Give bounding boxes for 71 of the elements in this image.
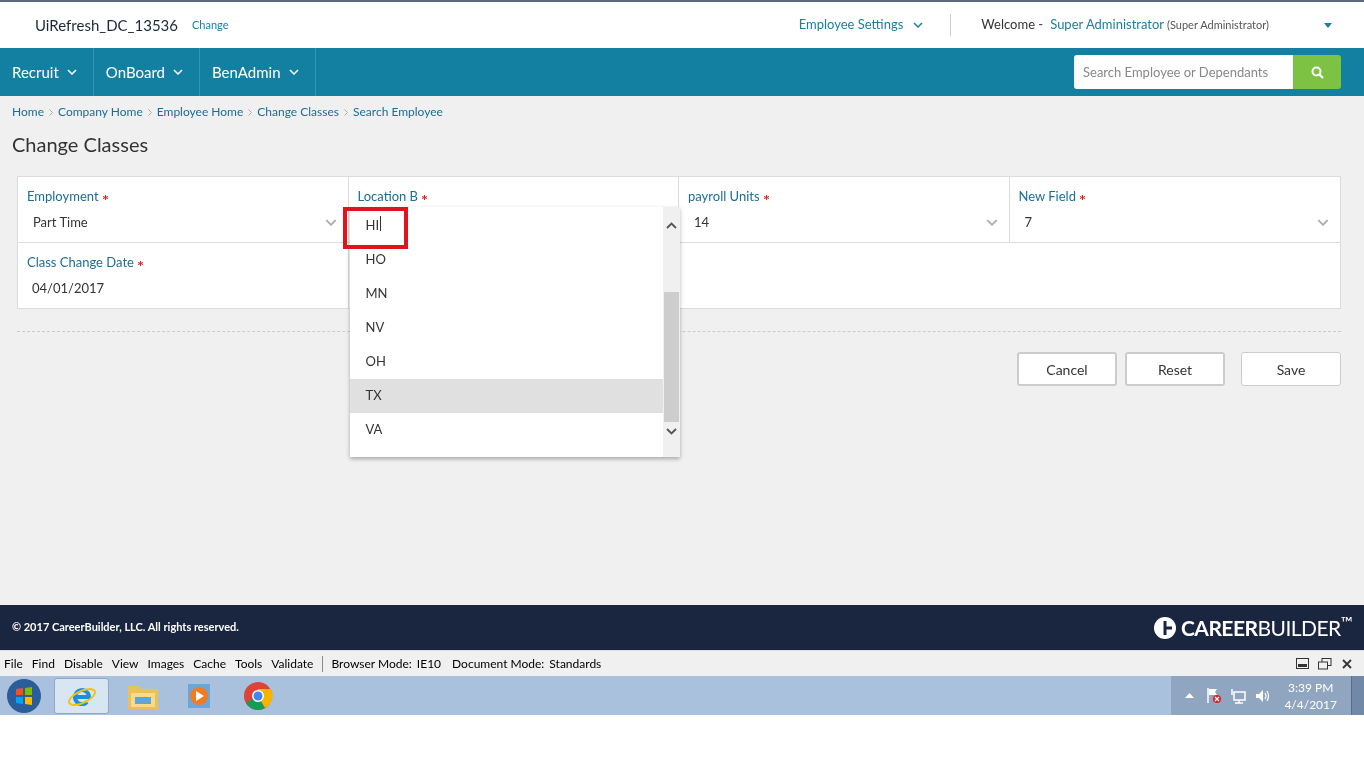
breadcrumb-link[interactable]: Home	[12, 103, 44, 121]
scroll-up-icon	[665, 222, 677, 229]
chrome-icon[interactable]	[243, 680, 273, 711]
taskbar-item[interactable]	[54, 677, 109, 714]
breadcrumb-link[interactable]: Search Employee	[353, 103, 443, 121]
toolbar-menu[interactable]: Disable	[63, 654, 103, 673]
toolbar-menu[interactable]: Validate	[271, 654, 314, 673]
field-label: New Field	[1018, 187, 1076, 206]
employee-settings-menu[interactable]: Employee Settings	[798, 15, 924, 35]
action-button[interactable]: Cancel	[1017, 352, 1117, 386]
show-hidden-icons[interactable]	[1185, 693, 1195, 698]
toolbar-menu[interactable]: Images	[147, 654, 185, 673]
action-button[interactable]: Save	[1241, 352, 1341, 386]
user-name[interactable]: Super Administrator	[1050, 15, 1165, 35]
field-label: Employment	[27, 187, 99, 206]
dropdown-option[interactable]: TX	[349, 379, 663, 413]
breadcrumb-link[interactable]: Company Home	[58, 103, 143, 121]
scrollbar-thumb[interactable]	[663, 292, 679, 422]
restore-icon[interactable]	[1318, 657, 1332, 670]
select-field[interactable]: 14	[688, 212, 1000, 232]
user-role: (Super Administrator)	[1167, 16, 1269, 33]
document-mode-label: Document Mode:	[452, 654, 545, 673]
clock-time: 3:39 PM	[1288, 678, 1334, 696]
copyright-text: © 2017 CareerBuilder, LLC. All rights reserved.	[12, 619, 239, 636]
toolbar-menu[interactable]: View	[111, 654, 139, 673]
document-mode-menu[interactable]: Standards	[549, 654, 602, 673]
date-field[interactable]: 04/01/2017	[27, 278, 339, 298]
field-label: Location B	[357, 187, 419, 206]
clock-date: 4/4/2017	[1284, 695, 1337, 713]
logo-icon	[1152, 615, 1177, 640]
flag-warning-icon[interactable]	[1206, 687, 1223, 704]
caret-icon[interactable]	[1324, 22, 1332, 28]
search-field[interactable]: Search Employee or Dependants	[1074, 55, 1293, 89]
close-icon[interactable]	[1342, 658, 1352, 669]
change-link[interactable]: Change	[192, 16, 229, 34]
welcome-text: Welcome -	[981, 15, 1044, 35]
breadcrumb-link[interactable]: Employee Home	[156, 103, 244, 121]
search-icon	[1310, 65, 1324, 79]
chevron-down-icon	[173, 69, 183, 75]
toolbar-menu[interactable]: File	[4, 654, 23, 673]
careerbuilder-logo: CAREERBUILDER$^{™}$	[1180, 611, 1352, 642]
minimize-icon[interactable]	[1296, 658, 1309, 669]
breadcrumb-link[interactable]: Change Classes	[257, 103, 339, 121]
chevron-down-icon	[66, 69, 77, 75]
start-button[interactable]	[6, 677, 42, 714]
select-field[interactable]: 7	[1018, 212, 1331, 232]
chevron-down-icon	[324, 218, 337, 226]
scroll-down-icon	[665, 428, 677, 435]
field-label: payroll Units	[688, 187, 760, 206]
select-field[interactable]: Part Time	[27, 212, 339, 232]
chevron-down-icon	[985, 218, 998, 226]
toolbar-menu[interactable]: Find	[31, 654, 55, 673]
search-button[interactable]	[1293, 55, 1341, 89]
breadcrumb-chevron-icon	[248, 108, 253, 116]
toolbar-menu[interactable]: Tools	[235, 654, 263, 673]
browser-mode-menu[interactable]: IE10	[416, 654, 442, 673]
highlight-frame	[342, 207, 408, 249]
field-label: Class Change Date	[27, 253, 134, 272]
text-cursor-icon	[380, 215, 382, 231]
breadcrumb-chevron-icon	[147, 108, 152, 116]
site-name: UiRefresh_DC_13536	[35, 14, 178, 36]
action-button[interactable]: Reset	[1125, 352, 1225, 386]
chevron-down-icon	[1317, 218, 1329, 226]
page-title: Change Classes	[12, 131, 150, 158]
chevron-down-icon	[913, 22, 924, 28]
network-icon[interactable]	[1230, 687, 1247, 704]
chevron-down-icon	[288, 69, 299, 75]
breadcrumb-chevron-icon	[49, 108, 53, 116]
toolbar-menu[interactable]: Cache	[193, 654, 227, 673]
browser-mode-label: Browser Mode:	[331, 654, 412, 673]
breadcrumb-chevron-icon	[344, 108, 348, 116]
